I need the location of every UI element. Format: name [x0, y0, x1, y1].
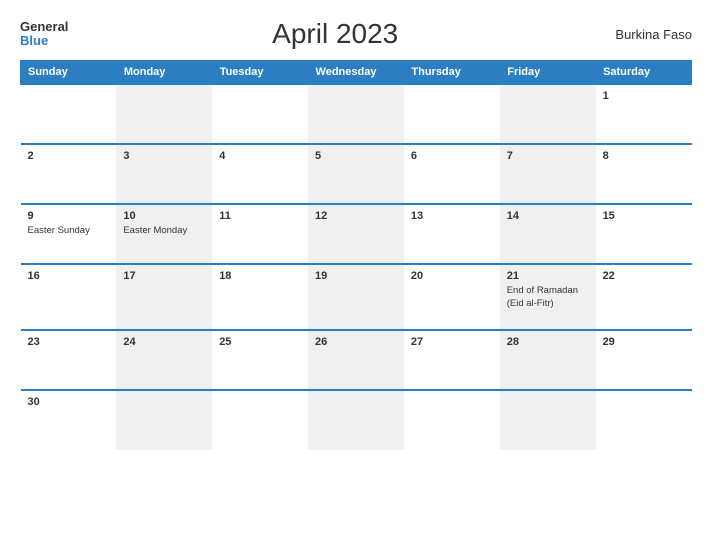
col-header-tuesday: Tuesday: [212, 61, 308, 85]
day-number: 6: [411, 150, 493, 162]
day-number: 13: [411, 210, 493, 222]
calendar-cell: [116, 390, 212, 450]
calendar-week-3: 9 Easter Sunday 10 Easter Monday 11 12 13 14 15: [21, 204, 692, 264]
calendar-cell: 8: [596, 144, 692, 204]
calendar-cell: 19: [308, 264, 404, 330]
calendar-page: General Blue April 2023 Burkina Faso Sun…: [0, 0, 712, 550]
day-number: 18: [219, 270, 301, 282]
col-header-friday: Friday: [500, 61, 596, 85]
calendar-cell: [500, 390, 596, 450]
col-header-monday: Monday: [116, 61, 212, 85]
day-number: 19: [315, 270, 397, 282]
day-number: 27: [411, 336, 493, 348]
day-number: 12: [315, 210, 397, 222]
calendar-header-row: SundayMondayTuesdayWednesdayThursdayFrid…: [21, 61, 692, 85]
holiday-label: End of Ramadan (Eid al-Fitr): [507, 285, 578, 309]
calendar-cell: 2: [21, 144, 117, 204]
calendar-cell: 20: [404, 264, 500, 330]
calendar-cell: 17: [116, 264, 212, 330]
calendar-cell: 1: [596, 84, 692, 144]
calendar-week-1: 1: [21, 84, 692, 144]
page-header: General Blue April 2023 Burkina Faso: [20, 18, 692, 50]
day-number: 15: [603, 210, 685, 222]
day-number: 29: [603, 336, 685, 348]
calendar-cell: 29: [596, 330, 692, 390]
day-number: 11: [219, 210, 301, 222]
calendar-cell: [21, 84, 117, 144]
calendar-cell: 3: [116, 144, 212, 204]
day-number: 5: [315, 150, 397, 162]
day-number: 8: [603, 150, 685, 162]
calendar-title: April 2023: [68, 18, 602, 50]
calendar-cell: 13: [404, 204, 500, 264]
calendar-cell: 5: [308, 144, 404, 204]
calendar-cell: 6: [404, 144, 500, 204]
day-number: 22: [603, 270, 685, 282]
calendar-cell: 11: [212, 204, 308, 264]
calendar-cell: [404, 84, 500, 144]
calendar-cell: 16: [21, 264, 117, 330]
calendar-week-6: 30: [21, 390, 692, 450]
col-header-sunday: Sunday: [21, 61, 117, 85]
calendar-cell: [308, 84, 404, 144]
logo-general-text: General: [20, 20, 68, 34]
calendar-cell: 4: [212, 144, 308, 204]
holiday-label: Easter Monday: [123, 225, 187, 236]
calendar-cell: 10 Easter Monday: [116, 204, 212, 264]
calendar-table: SundayMondayTuesdayWednesdayThursdayFrid…: [20, 60, 692, 450]
calendar-cell: 18: [212, 264, 308, 330]
country-name: Burkina Faso: [602, 27, 692, 42]
calendar-cell: 26: [308, 330, 404, 390]
day-number: 1: [603, 90, 685, 102]
calendar-cell: [308, 390, 404, 450]
calendar-cell: 24: [116, 330, 212, 390]
col-header-saturday: Saturday: [596, 61, 692, 85]
holiday-label: Easter Sunday: [28, 225, 90, 236]
day-number: 14: [507, 210, 589, 222]
day-number: 3: [123, 150, 205, 162]
col-header-wednesday: Wednesday: [308, 61, 404, 85]
calendar-cell: 7: [500, 144, 596, 204]
day-number: 20: [411, 270, 493, 282]
day-number: 23: [28, 336, 110, 348]
calendar-cell: 9 Easter Sunday: [21, 204, 117, 264]
calendar-cell: 12: [308, 204, 404, 264]
calendar-week-4: 16 17 18 19 20 21 End of Ramadan (Eid al-Fitr)…: [21, 264, 692, 330]
calendar-cell: [212, 84, 308, 144]
calendar-cell: [116, 84, 212, 144]
calendar-cell: 27: [404, 330, 500, 390]
day-number: 4: [219, 150, 301, 162]
day-number: 26: [315, 336, 397, 348]
calendar-cell: 14: [500, 204, 596, 264]
day-number: 16: [28, 270, 110, 282]
calendar-cell: 30: [21, 390, 117, 450]
day-number: 9: [28, 210, 110, 222]
calendar-cell: 15: [596, 204, 692, 264]
calendar-cell: [500, 84, 596, 144]
calendar-cell: [404, 390, 500, 450]
calendar-week-5: 23 24 25 26 27 28 29: [21, 330, 692, 390]
day-number: 30: [28, 396, 110, 408]
day-number: 2: [28, 150, 110, 162]
logo: General Blue: [20, 20, 68, 49]
calendar-cell: 23: [21, 330, 117, 390]
day-number: 10: [123, 210, 205, 222]
day-number: 17: [123, 270, 205, 282]
day-number: 28: [507, 336, 589, 348]
logo-blue-text: Blue: [20, 34, 48, 48]
day-number: 21: [507, 270, 589, 282]
calendar-week-2: 2 3 4 5 6 7 8: [21, 144, 692, 204]
col-header-thursday: Thursday: [404, 61, 500, 85]
calendar-cell: [596, 390, 692, 450]
calendar-cell: 22: [596, 264, 692, 330]
calendar-cell: 25: [212, 330, 308, 390]
calendar-cell: 28: [500, 330, 596, 390]
day-number: 24: [123, 336, 205, 348]
day-number: 7: [507, 150, 589, 162]
calendar-cell: 21 End of Ramadan (Eid al-Fitr): [500, 264, 596, 330]
calendar-cell: [212, 390, 308, 450]
day-number: 25: [219, 336, 301, 348]
